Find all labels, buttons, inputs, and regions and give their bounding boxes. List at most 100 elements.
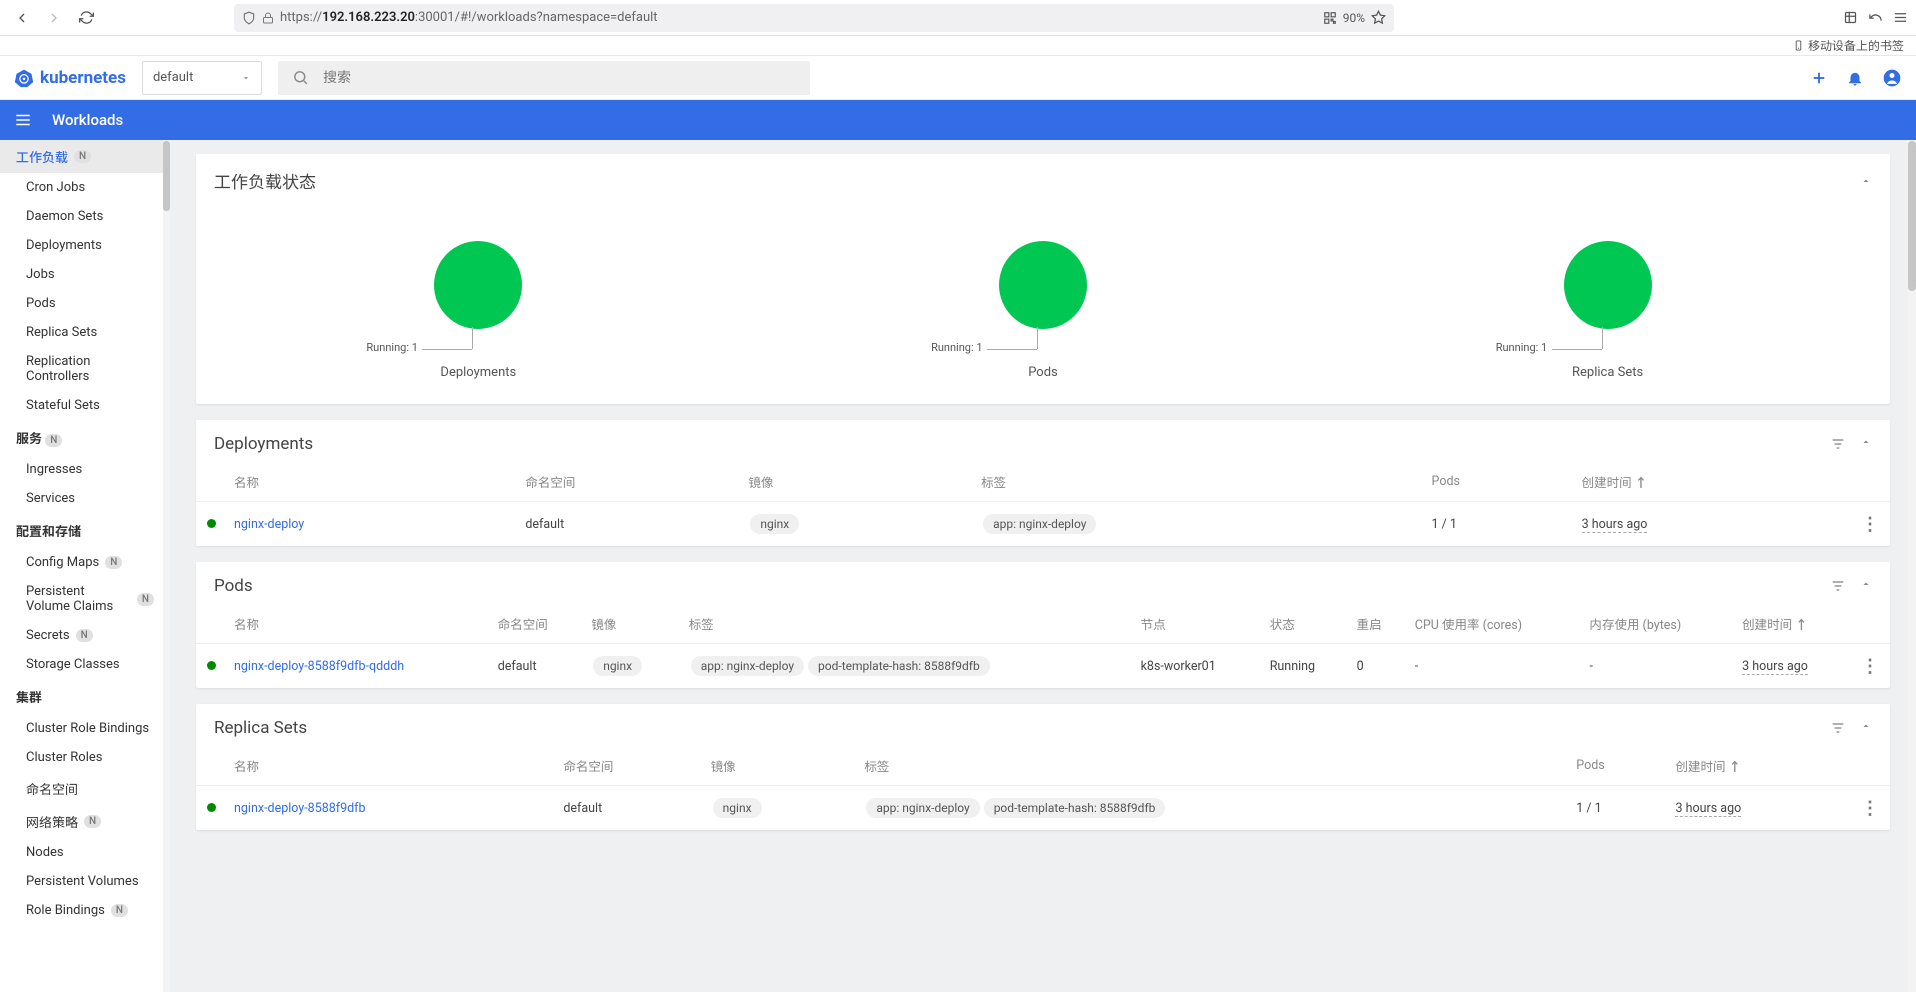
sidebar-item[interactable]: 命名空间 bbox=[0, 772, 170, 805]
extension-icon[interactable] bbox=[1843, 10, 1858, 25]
row-menu-icon[interactable]: ⋮ bbox=[1861, 798, 1879, 819]
menu-icon[interactable] bbox=[1893, 10, 1908, 25]
status-dot-icon bbox=[207, 803, 216, 812]
filter-icon[interactable] bbox=[1830, 436, 1846, 452]
hamburger-icon[interactable] bbox=[14, 111, 32, 129]
content-area: 工作负载状态 Running: 1 Deployments Running: 1… bbox=[170, 140, 1916, 992]
sidebar-item[interactable]: 网络策略 N bbox=[0, 805, 170, 838]
resource-link[interactable]: nginx-deploy bbox=[234, 517, 304, 532]
deployments-table: 名称 命名空间 镜像 标签 Pods 创建时间 nginx-deploy def… bbox=[196, 462, 1890, 546]
label-chip: app: nginx-deploy bbox=[866, 798, 979, 818]
deployments-card: Deployments 名称 命名空间 镜像 标签 Pods 创建时间 bbox=[196, 420, 1890, 546]
shield-icon bbox=[242, 11, 256, 25]
url-text: https://192.168.223.20:30001/#!/workload… bbox=[280, 10, 1317, 25]
account-icon[interactable] bbox=[1882, 68, 1902, 88]
bookmarks-bar: 移动设备上的书签 bbox=[0, 36, 1916, 56]
chart-running-label: Running: 1 bbox=[366, 341, 418, 354]
sidebar-section-cluster[interactable]: 集群 bbox=[0, 679, 170, 714]
sidebar-item[interactable]: Daemon Sets bbox=[0, 202, 170, 231]
sidebar-item[interactable]: Cron Jobs bbox=[0, 173, 170, 202]
browser-toolbar: https://192.168.223.20:30001/#!/workload… bbox=[0, 0, 1916, 36]
mobile-icon bbox=[1793, 40, 1804, 51]
sidebar-item[interactable]: Cluster Roles bbox=[0, 743, 170, 772]
chart-title: Deployments bbox=[440, 365, 516, 380]
content-scrollbar[interactable] bbox=[1908, 140, 1916, 992]
forward-button[interactable] bbox=[40, 4, 68, 32]
namespace-value: default bbox=[153, 70, 193, 85]
label-chip: nginx bbox=[713, 798, 762, 818]
kubernetes-logo[interactable]: kubernetes bbox=[14, 68, 126, 88]
sidebar-item[interactable]: Ingresses bbox=[0, 455, 170, 484]
page-title-bar: Workloads bbox=[0, 100, 1916, 140]
pods-card: Pods 名称 命名空间 镜像 标签 节点 状态 重启 CPU 使用率 (cor… bbox=[196, 562, 1890, 688]
replicasets-title: Replica Sets bbox=[214, 718, 307, 738]
collapse-icon[interactable] bbox=[1860, 175, 1872, 187]
notifications-icon[interactable] bbox=[1846, 69, 1864, 87]
address-bar[interactable]: https://192.168.223.20:30001/#!/workload… bbox=[234, 4, 1394, 32]
back-button[interactable] bbox=[8, 4, 36, 32]
star-icon[interactable] bbox=[1371, 10, 1386, 25]
sidebar-item-workloads[interactable]: 工作负载N bbox=[0, 140, 170, 173]
chart-running-label: Running: 1 bbox=[1496, 341, 1548, 354]
chart-title: Pods bbox=[1028, 365, 1058, 380]
resource-link[interactable]: nginx-deploy-8588f9dfb bbox=[234, 801, 366, 816]
filter-icon[interactable] bbox=[1830, 578, 1846, 594]
sidebar-section-configstorage[interactable]: 配置和存储 bbox=[0, 513, 170, 548]
replicasets-card: Replica Sets 名称 命名空间 镜像 标签 Pods 创建时间 bbox=[196, 704, 1890, 830]
sidebar-item[interactable]: Persistent Volumes bbox=[0, 867, 170, 896]
sidebar-item[interactable]: Config Maps N bbox=[0, 548, 170, 577]
pie-chart-icon bbox=[999, 241, 1087, 329]
undo-icon[interactable] bbox=[1868, 10, 1883, 25]
create-button[interactable] bbox=[1810, 69, 1828, 87]
sidebar-item[interactable]: Stateful Sets bbox=[0, 391, 170, 420]
label-chip: pod-template-hash: 8588f9dfb bbox=[984, 798, 1166, 818]
resource-link[interactable]: nginx-deploy-8588f9dfb-qdddh bbox=[234, 659, 404, 674]
status-dot-icon bbox=[207, 519, 216, 528]
sidebar-item[interactable]: Storage Classes bbox=[0, 650, 170, 679]
sidebar-item[interactable]: Pods bbox=[0, 289, 170, 318]
sidebar-item[interactable]: Persistent Volume Claims N bbox=[0, 577, 170, 621]
workload-status-title: 工作负载状态 bbox=[214, 168, 316, 193]
qr-icon[interactable] bbox=[1323, 11, 1337, 25]
label-chip: app: nginx-deploy bbox=[983, 514, 1096, 534]
app-header: kubernetes default bbox=[0, 56, 1916, 100]
replicasets-table: 名称 命名空间 镜像 标签 Pods 创建时间 nginx-deploy-858… bbox=[196, 746, 1890, 830]
label-chip: nginx bbox=[593, 656, 642, 676]
row-menu-icon[interactable]: ⋮ bbox=[1861, 656, 1879, 677]
timestamp: 3 hours ago bbox=[1675, 801, 1741, 817]
chart-running-label: Running: 1 bbox=[931, 341, 983, 354]
sidebar-item[interactable]: Services bbox=[0, 484, 170, 513]
sidebar-item[interactable]: Cluster Role Bindings bbox=[0, 714, 170, 743]
refresh-button[interactable] bbox=[72, 4, 100, 32]
status-chart: Running: 1 Pods bbox=[763, 241, 1322, 380]
search-input[interactable] bbox=[323, 70, 796, 86]
sidebar-item[interactable]: Replica Sets bbox=[0, 318, 170, 347]
namespace-select[interactable]: default bbox=[142, 61, 262, 95]
sidebar-scrollbar[interactable] bbox=[163, 140, 170, 992]
sidebar: 工作负载N Cron JobsDaemon SetsDeploymentsJob… bbox=[0, 140, 170, 992]
collapse-icon[interactable] bbox=[1860, 436, 1872, 452]
lock-icon bbox=[262, 12, 274, 24]
row-menu-icon[interactable]: ⋮ bbox=[1861, 514, 1879, 535]
sidebar-section-services[interactable]: 服务 N bbox=[0, 420, 170, 455]
collapse-icon[interactable] bbox=[1860, 578, 1872, 594]
sidebar-item[interactable]: Jobs bbox=[0, 260, 170, 289]
search-icon bbox=[292, 69, 309, 86]
zoom-level[interactable]: 90% bbox=[1343, 11, 1365, 25]
pods-table: 名称 命名空间 镜像 标签 节点 状态 重启 CPU 使用率 (cores) 内… bbox=[196, 604, 1890, 688]
pie-chart-icon bbox=[1564, 241, 1652, 329]
sidebar-item[interactable]: Nodes bbox=[0, 838, 170, 867]
bookmark-label[interactable]: 移动设备上的书签 bbox=[1808, 37, 1904, 54]
search-bar[interactable] bbox=[278, 61, 810, 95]
deployments-title: Deployments bbox=[214, 434, 313, 454]
label-chip: app: nginx-deploy bbox=[691, 656, 804, 676]
sidebar-item[interactable]: Role Bindings N bbox=[0, 896, 170, 925]
filter-icon[interactable] bbox=[1830, 720, 1846, 736]
pie-chart-icon bbox=[434, 241, 522, 329]
sidebar-item[interactable]: Secrets N bbox=[0, 621, 170, 650]
sidebar-item[interactable]: Replication Controllers bbox=[0, 347, 170, 391]
collapse-icon[interactable] bbox=[1860, 720, 1872, 736]
sidebar-item[interactable]: Deployments bbox=[0, 231, 170, 260]
label-chip: nginx bbox=[750, 514, 799, 534]
table-row: nginx-deploy defaultnginxapp: nginx-depl… bbox=[196, 502, 1890, 547]
